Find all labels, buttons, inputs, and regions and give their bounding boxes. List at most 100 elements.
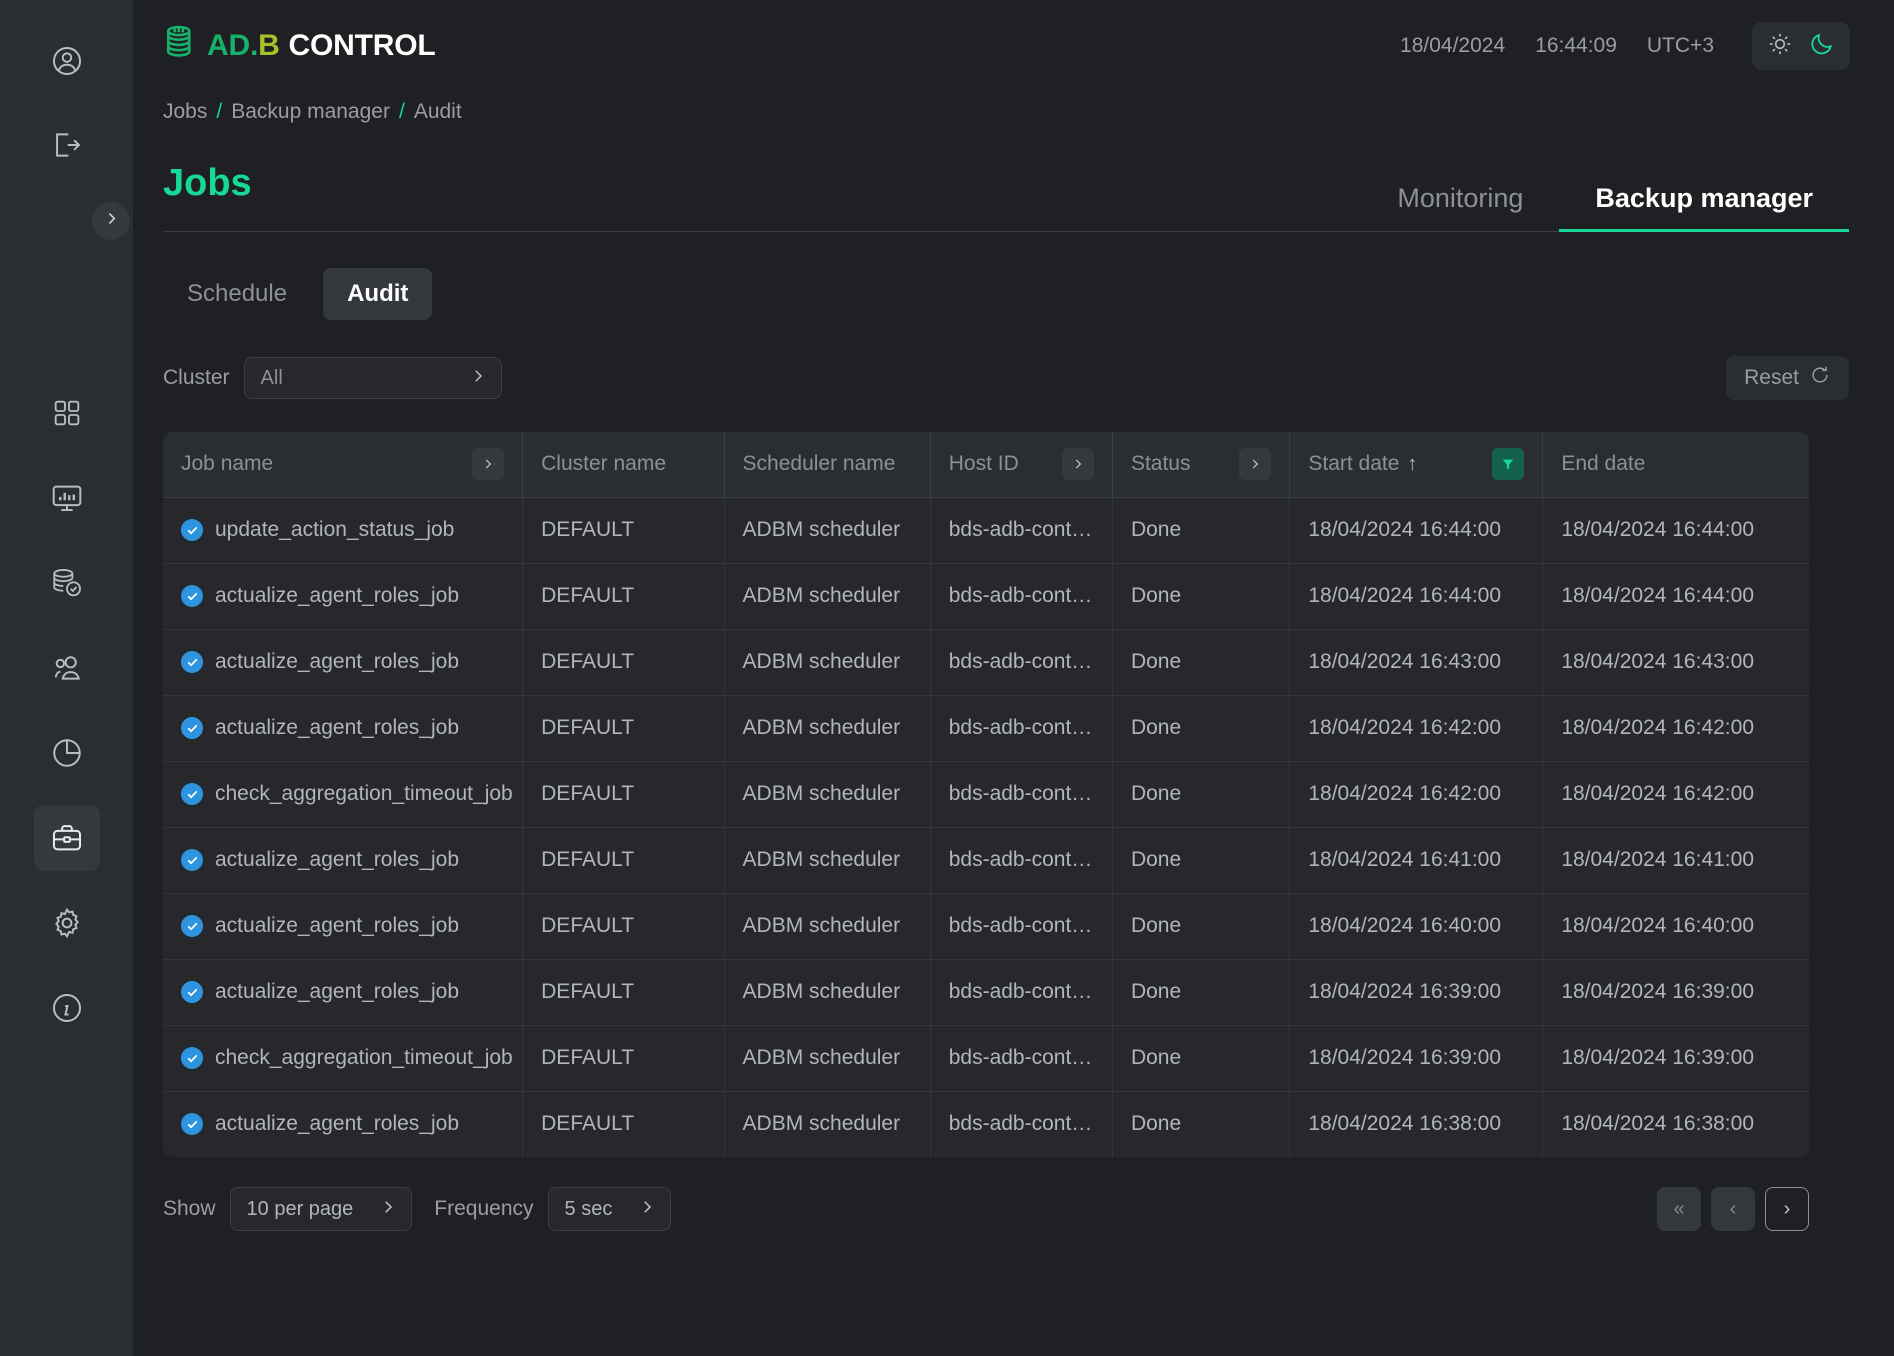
cell-status: Done xyxy=(1112,827,1289,893)
table-body: update_action_status_jobDEFAULTADBM sche… xyxy=(163,497,1809,1157)
sidebar-item-logout[interactable] xyxy=(34,112,100,178)
cell-job-name: actualize_agent_roles_job xyxy=(163,1091,523,1157)
briefcase-icon xyxy=(50,821,84,855)
tab-monitoring[interactable]: Monitoring xyxy=(1361,183,1559,232)
per-page-select[interactable]: 10 per page xyxy=(230,1187,413,1231)
sidebar-item-profile[interactable] xyxy=(34,28,100,94)
frequency-label: Frequency xyxy=(434,1197,533,1221)
cell-host-id: bds-adb-control xyxy=(930,629,1112,695)
job-name-text: actualize_agent_roles_job xyxy=(215,716,459,740)
check-circle-icon xyxy=(181,1113,203,1135)
sidebar-expand-button[interactable] xyxy=(92,202,130,240)
cell-status: Done xyxy=(1112,761,1289,827)
sort-ascending-icon[interactable]: ↑ xyxy=(1407,453,1417,476)
cell-start-date: 18/04/2024 16:39:00 xyxy=(1290,1025,1543,1091)
frequency-select[interactable]: 5 sec xyxy=(548,1187,672,1231)
sidebar-item-users[interactable] xyxy=(34,635,100,701)
cluster-select-value: All xyxy=(261,367,469,390)
status-filter-button[interactable] xyxy=(1239,448,1271,480)
subtab-audit[interactable]: Audit xyxy=(323,268,432,320)
audit-table: Job name Cluster name xyxy=(163,432,1809,1157)
table-row[interactable]: actualize_agent_roles_jobDEFAULTADBM sch… xyxy=(163,827,1809,893)
table-row[interactable]: actualize_agent_roles_jobDEFAULTADBM sch… xyxy=(163,629,1809,695)
cell-end-date: 18/04/2024 16:39:00 xyxy=(1543,959,1809,1025)
tab-backup-manager[interactable]: Backup manager xyxy=(1559,183,1849,232)
page-title: Jobs xyxy=(163,162,252,231)
header-time: 16:44:09 xyxy=(1535,34,1617,58)
chevron-right-icon xyxy=(469,367,487,389)
cell-start-date: 18/04/2024 16:44:00 xyxy=(1290,497,1543,563)
frequency-value: 5 sec xyxy=(565,1198,613,1221)
logout-icon xyxy=(50,128,84,162)
cell-job-name: check_aggregation_timeout_job xyxy=(163,1025,523,1091)
table-row[interactable]: actualize_agent_roles_jobDEFAULTADBM sch… xyxy=(163,695,1809,761)
job-name-text: actualize_agent_roles_job xyxy=(215,584,459,608)
sidebar-item-jobs[interactable] xyxy=(34,805,100,871)
column-header-job-name[interactable]: Job name xyxy=(163,432,523,497)
next-page-button[interactable]: › xyxy=(1765,1187,1809,1231)
cell-host-id: bds-adb-control xyxy=(930,959,1112,1025)
info-circle-icon xyxy=(50,991,84,1025)
check-circle-icon xyxy=(181,1047,203,1069)
pagination: « ‹ › xyxy=(1657,1187,1809,1231)
table-row[interactable]: actualize_agent_roles_jobDEFAULTADBM sch… xyxy=(163,1091,1809,1157)
job-name-text: update_action_status_job xyxy=(215,518,454,542)
cell-start-date: 18/04/2024 16:39:00 xyxy=(1290,959,1543,1025)
subtab-schedule[interactable]: Schedule xyxy=(163,268,311,320)
cell-scheduler-name: ADBM scheduler xyxy=(724,959,930,1025)
breadcrumb-item-jobs[interactable]: Jobs xyxy=(163,100,207,124)
table-row[interactable]: check_aggregation_timeout_jobDEFAULTADBM… xyxy=(163,1025,1809,1091)
column-header-host-id[interactable]: Host ID xyxy=(930,432,1112,497)
cell-cluster-name: DEFAULT xyxy=(523,959,724,1025)
column-header-status[interactable]: Status xyxy=(1112,432,1289,497)
cell-cluster-name: DEFAULT xyxy=(523,1091,724,1157)
header-date: 18/04/2024 xyxy=(1400,34,1505,58)
brand-b-text: B xyxy=(258,29,279,62)
column-header-cluster-name[interactable]: Cluster name xyxy=(523,432,724,497)
dark-theme-button[interactable] xyxy=(1805,29,1839,63)
column-label: Host ID xyxy=(949,452,1019,476)
cell-start-date: 18/04/2024 16:43:00 xyxy=(1290,629,1543,695)
sidebar-item-dashboard[interactable] xyxy=(34,380,100,446)
table-row[interactable]: actualize_agent_roles_jobDEFAULTADBM sch… xyxy=(163,893,1809,959)
breadcrumb-item-audit[interactable]: Audit xyxy=(414,100,462,124)
table-row[interactable]: update_action_status_jobDEFAULTADBM sche… xyxy=(163,497,1809,563)
host-id-filter-button[interactable] xyxy=(1062,448,1094,480)
breadcrumb-separator: / xyxy=(216,100,222,124)
column-label: Start date xyxy=(1308,452,1399,476)
column-header-end-date[interactable]: End date xyxy=(1543,432,1809,497)
cell-scheduler-name: ADBM scheduler xyxy=(724,761,930,827)
reset-button[interactable]: Reset xyxy=(1726,356,1849,400)
table-row[interactable]: actualize_agent_roles_jobDEFAULTADBM sch… xyxy=(163,563,1809,629)
sidebar-item-reports[interactable] xyxy=(34,720,100,786)
column-header-scheduler-name[interactable]: Scheduler name xyxy=(724,432,930,497)
monitor-chart-icon xyxy=(50,481,84,515)
cluster-select[interactable]: All xyxy=(244,357,502,399)
column-label: Job name xyxy=(181,452,273,476)
check-circle-icon xyxy=(181,783,203,805)
grid-icon xyxy=(51,397,83,429)
cell-status: Done xyxy=(1112,695,1289,761)
first-page-button[interactable]: « xyxy=(1657,1187,1701,1231)
breadcrumb-item-backup-manager[interactable]: Backup manager xyxy=(231,100,390,124)
table-row[interactable]: actualize_agent_roles_jobDEFAULTADBM sch… xyxy=(163,959,1809,1025)
start-date-filter-button[interactable] xyxy=(1492,448,1524,480)
prev-page-button[interactable]: ‹ xyxy=(1711,1187,1755,1231)
sidebar-item-monitoring[interactable] xyxy=(34,465,100,531)
cell-status: Done xyxy=(1112,893,1289,959)
column-header-start-date[interactable]: Start date ↑ xyxy=(1290,432,1543,497)
job-name-filter-button[interactable] xyxy=(472,448,504,480)
light-theme-button[interactable] xyxy=(1763,29,1797,63)
cell-scheduler-name: ADBM scheduler xyxy=(724,563,930,629)
app-logo[interactable]: AD.BCONTROL xyxy=(163,23,435,70)
table-head: Job name Cluster name xyxy=(163,432,1809,497)
main-area: AD.BCONTROL 18/04/2024 16:44:09 UTC+3 xyxy=(133,0,1894,1356)
cell-job-name: actualize_agent_roles_job xyxy=(163,629,523,695)
breadcrumb: Jobs / Backup manager / Audit xyxy=(133,92,1894,124)
sidebar-item-about[interactable] xyxy=(34,975,100,1041)
sidebar-item-databases[interactable] xyxy=(34,550,100,616)
table-row[interactable]: check_aggregation_timeout_jobDEFAULTADBM… xyxy=(163,761,1809,827)
theme-toggle xyxy=(1752,22,1850,70)
cell-end-date: 18/04/2024 16:42:00 xyxy=(1543,695,1809,761)
sidebar-item-settings[interactable] xyxy=(34,890,100,956)
